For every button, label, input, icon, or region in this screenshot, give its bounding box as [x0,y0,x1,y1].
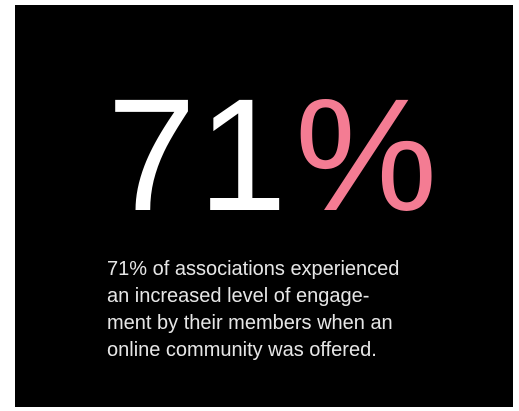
caption-line: online community was offered. [107,339,377,361]
stat-card: 71% 71% of associations experienced an i… [15,5,513,407]
headline-stat: 71% [107,75,439,235]
caption-line: ment by their members when an [107,312,393,334]
caption-line: an increased level of engage- [107,285,370,307]
stat-percent-sign: % [294,65,440,244]
stat-number: 71 [107,65,289,244]
stat-caption: 71% of associations experienced an incre… [107,256,437,364]
caption-line: 71% of associations experienced [107,258,400,280]
